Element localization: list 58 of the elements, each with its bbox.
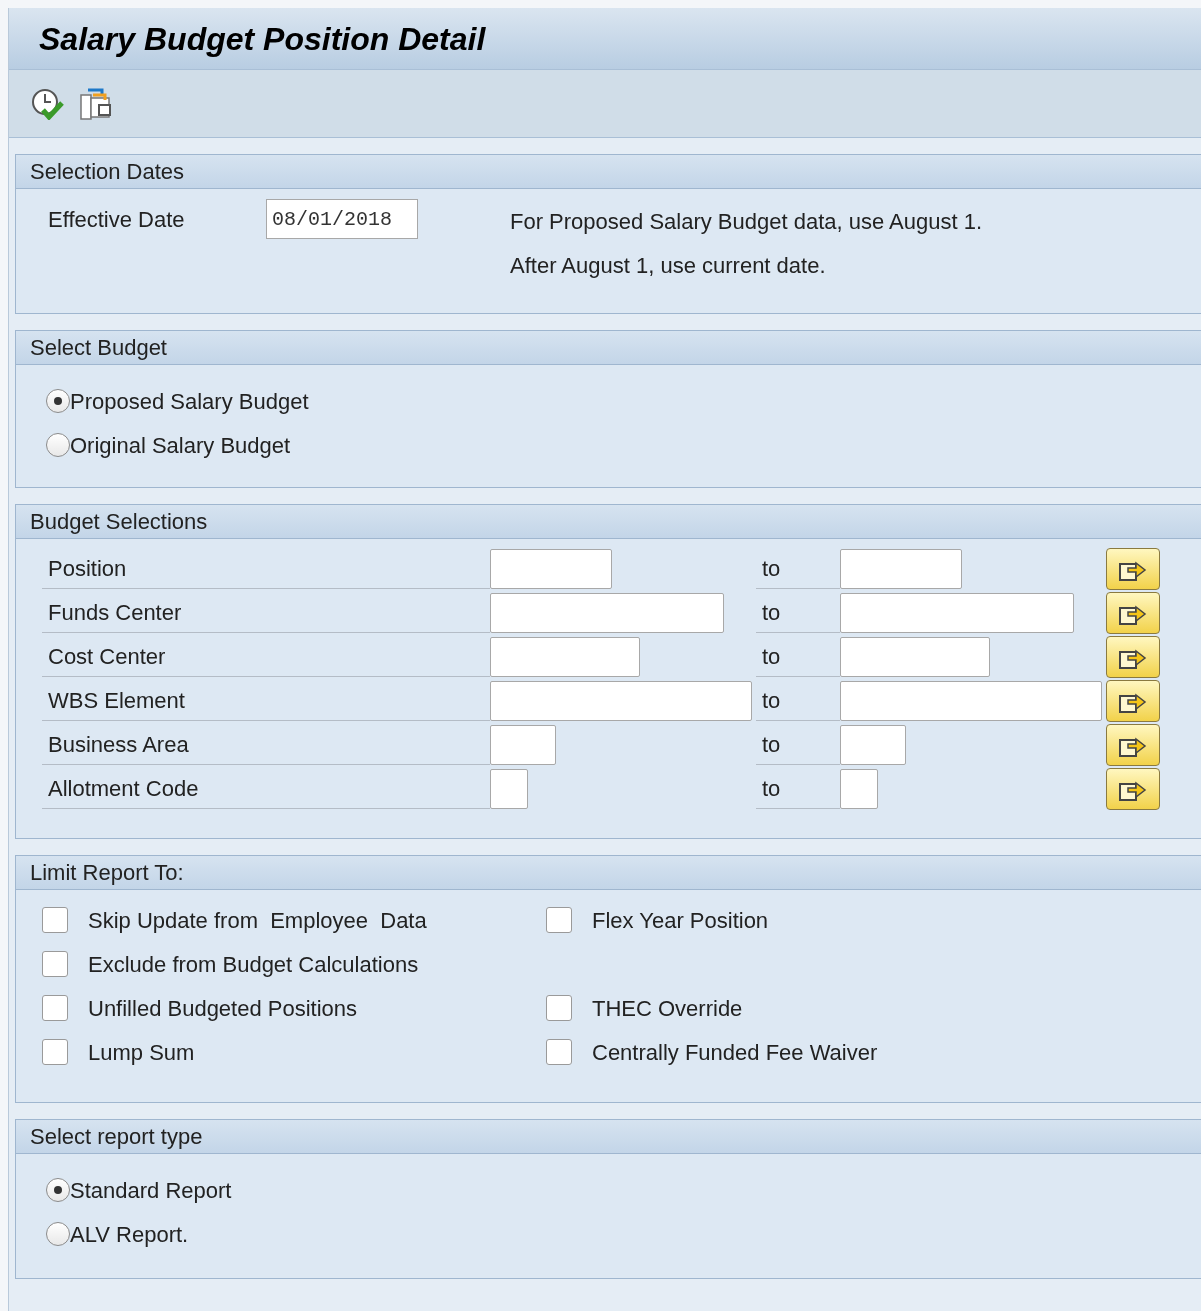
range-from-field[interactable]	[490, 549, 612, 589]
checkbox-label: Lump Sum	[88, 1038, 195, 1067]
radio-button[interactable]	[46, 433, 70, 457]
multiple-selection-button[interactable]	[1106, 768, 1160, 810]
range-to-field[interactable]	[840, 769, 878, 809]
execute-clock-icon[interactable]	[31, 87, 65, 120]
range-to-field[interactable]	[840, 725, 906, 765]
range-from-field[interactable]	[490, 637, 640, 677]
field-label: WBS Element	[42, 681, 490, 721]
checkbox[interactable]	[546, 907, 572, 933]
field-label: Allotment Code	[42, 769, 490, 809]
radio-button[interactable]	[46, 1178, 70, 1202]
multiple-selection-button[interactable]	[1106, 724, 1160, 766]
group-title: Limit Report To:	[30, 859, 184, 887]
checkbox-label: THEC Override	[592, 994, 743, 1023]
checkbox[interactable]	[546, 995, 572, 1021]
checkbox-label: Skip Update from Employee Data	[88, 906, 427, 935]
group-title: Select report type	[30, 1123, 203, 1151]
radio-label: Original Salary Budget	[70, 431, 291, 460]
multiple-selection-button[interactable]	[1106, 680, 1160, 722]
field-label: Effective Date	[48, 205, 186, 234]
multiple-selection-button[interactable]	[1106, 592, 1160, 634]
field-label: Cost Center	[42, 637, 490, 677]
multiple-selection-button[interactable]	[1106, 548, 1160, 590]
group-title: Select Budget	[30, 334, 167, 362]
field-label: Position	[42, 549, 490, 589]
note-text: For Proposed Salary Budget data, use August 1.	[510, 207, 983, 236]
checkbox[interactable]	[546, 1039, 572, 1065]
checkbox[interactable]	[42, 1039, 68, 1065]
field-label: Business Area	[42, 725, 490, 765]
group-title: Budget Selections	[30, 508, 208, 536]
radio-button[interactable]	[46, 1222, 70, 1246]
date-field[interactable]: 08/01/2018	[266, 199, 418, 239]
checkbox-label: Flex Year Position	[592, 906, 769, 935]
multiple-selection-button[interactable]	[1106, 636, 1160, 678]
checkbox-label: Unfilled Budgeted Positions	[88, 994, 358, 1023]
radio-button[interactable]	[46, 389, 70, 413]
range-from-field[interactable]	[490, 681, 752, 721]
note-text: After August 1, use current date.	[510, 251, 827, 280]
range-from-field[interactable]	[490, 725, 556, 765]
radio-label: Proposed Salary Budget	[70, 387, 309, 416]
range-to-field[interactable]	[840, 593, 1074, 633]
range-to-field[interactable]	[840, 637, 990, 677]
checkbox[interactable]	[42, 907, 68, 933]
window-title: Salary Budget Position Detail	[39, 19, 486, 59]
radio-label: Standard Report	[70, 1176, 232, 1205]
range-to-field[interactable]	[840, 681, 1102, 721]
checkbox[interactable]	[42, 951, 68, 977]
group-title: Selection Dates	[30, 158, 185, 186]
range-from-field[interactable]	[490, 769, 528, 809]
copy-windows-icon[interactable]	[79, 86, 113, 121]
checkbox[interactable]	[42, 995, 68, 1021]
range-from-field[interactable]	[490, 593, 724, 633]
checkbox-label: Centrally Funded Fee Waiver	[592, 1038, 878, 1067]
checkbox-label: Exclude from Budget Calculations	[88, 950, 419, 979]
radio-label: ALV Report.	[70, 1220, 189, 1249]
range-to-field[interactable]	[840, 549, 962, 589]
field-label: Funds Center	[42, 593, 490, 633]
